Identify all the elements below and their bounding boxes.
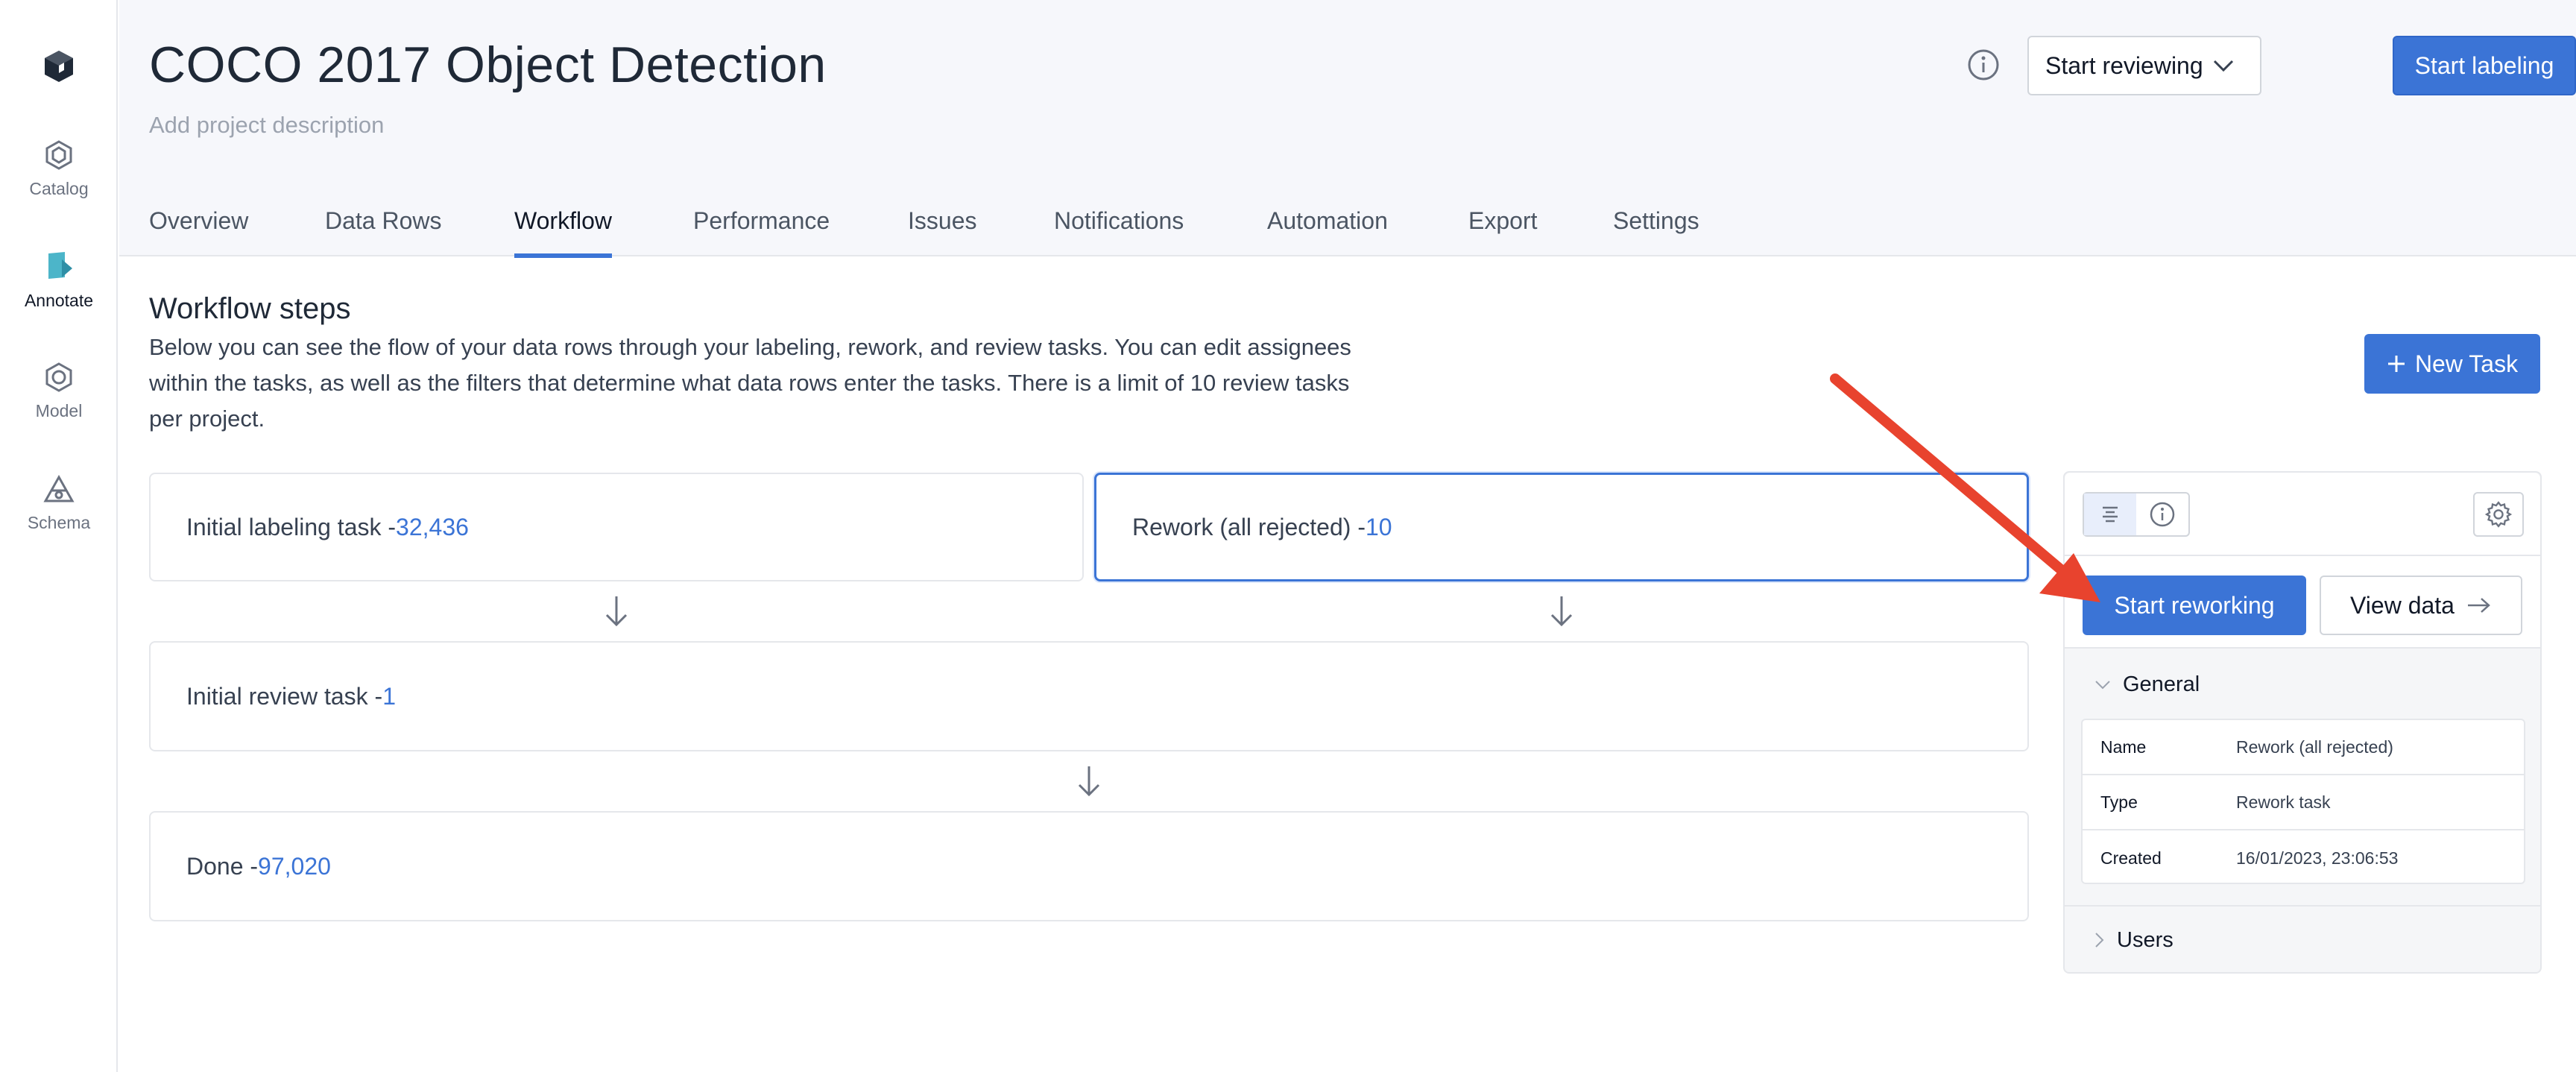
sidebar-item-label: Catalog [29,179,89,198]
detail-key: Type [2100,792,2138,812]
tab-issues[interactable]: Issues [908,207,976,256]
task-card-rework[interactable]: Rework (all rejected) - 10 [1094,473,2029,581]
sidebar-item-annotate[interactable]: Annotate [0,249,118,311]
panel-view-toggle [2083,492,2190,537]
task-detail-panel: Start reworking View data General Name R… [2063,471,2542,974]
page-title: COCO 2017 Object Detection [149,37,827,93]
detail-value: Rework (all rejected) [2236,737,2393,757]
list-view-icon[interactable] [2084,494,2136,535]
tab-workflow[interactable]: Workflow [514,207,612,258]
general-section-toggle[interactable]: General [2094,672,2200,697]
detail-row: Name Rework (all rejected) [2083,720,2524,775]
annotate-icon [48,252,72,279]
sidebar-item-model[interactable]: Model [0,361,118,421]
panel-actions: Start reworking View data [2065,556,2540,649]
users-label: Users [2117,927,2174,952]
sidebar-item-label: Schema [27,513,91,532]
panel-toolbar [2065,473,2540,556]
tab-notifications[interactable]: Notifications [1054,207,1184,256]
arrow-down-icon [605,596,628,627]
task-count: 1 [382,682,396,710]
chevron-down-icon [2095,680,2110,689]
detail-key: Name [2100,737,2147,757]
chevron-down-icon [2213,60,2233,72]
view-data-button[interactable]: View data [2320,576,2522,635]
sidebar-item-label: Model [35,401,83,420]
tab-export[interactable]: Export [1468,207,1537,256]
start-labeling-button[interactable]: Start labeling [2393,36,2576,95]
detail-key: Created [2100,848,2162,868]
tab-performance[interactable]: Performance [693,207,830,256]
model-icon [45,362,72,392]
info-icon[interactable] [2136,494,2188,535]
start-reviewing-dropdown[interactable]: Start reviewing [2027,36,2261,95]
sidebar-item-catalog[interactable]: Catalog [0,139,118,199]
tab-data-rows[interactable]: Data Rows [325,207,442,256]
task-name: Initial review task - [186,682,383,710]
sidebar-item-label: Annotate [24,291,94,310]
project-description[interactable]: Add project description [149,112,384,139]
task-card-done[interactable]: Done - 97,020 [149,811,2029,921]
arrow-right-icon [2467,598,2490,613]
tab-automation[interactable]: Automation [1267,207,1388,256]
task-count: 32,436 [396,513,469,540]
task-card-initial-labeling[interactable]: Initial labeling task - 32,436 [149,473,1084,581]
users-section-toggle[interactable]: Users [2065,905,2540,974]
new-task-label: New Task [2414,350,2519,377]
detail-value: Rework task [2236,792,2331,812]
task-card-initial-review[interactable]: Initial review task - 1 [149,641,2029,751]
task-details-table: Name Rework (all rejected) Type Rework t… [2081,719,2525,884]
chevron-right-icon [2095,933,2104,948]
start-reviewing-value: Start reviewing [2045,51,2203,79]
new-task-button[interactable]: New Task [2364,334,2540,394]
catalog-icon [45,140,72,170]
arrow-down-icon [1550,596,1573,627]
detail-row: Created 16/01/2023, 23:06:53 [2083,830,2524,886]
detail-value: 16/01/2023, 23:06:53 [2236,848,2399,868]
task-name: Initial labeling task - [186,513,397,540]
tab-overview[interactable]: Overview [149,207,248,256]
tab-settings[interactable]: Settings [1613,207,1699,256]
general-label: General [2123,672,2200,696]
sidebar-item-schema[interactable]: Schema [0,473,118,533]
labelbox-cube-icon[interactable] [42,48,76,85]
start-reworking-button[interactable]: Start reworking [2083,576,2306,635]
info-icon[interactable] [1966,48,2001,82]
plus-icon [2387,356,2405,372]
view-data-label: View data [2350,591,2455,619]
task-settings-gear-icon[interactable] [2473,492,2524,537]
task-count: 97,020 [258,852,331,880]
task-name: Rework (all rejected) - [1132,513,1366,540]
arrow-down-icon [1078,766,1100,797]
detail-row: Type Rework task [2083,775,2524,830]
task-count: 10 [1365,513,1392,540]
sidebar: Catalog Annotate Model Schema [0,0,118,1072]
schema-icon [43,474,75,502]
workflow-title: Workflow steps [149,292,351,325]
task-name: Done - [186,852,259,880]
workflow-description: Below you can see the flow of your data … [149,334,1351,432]
